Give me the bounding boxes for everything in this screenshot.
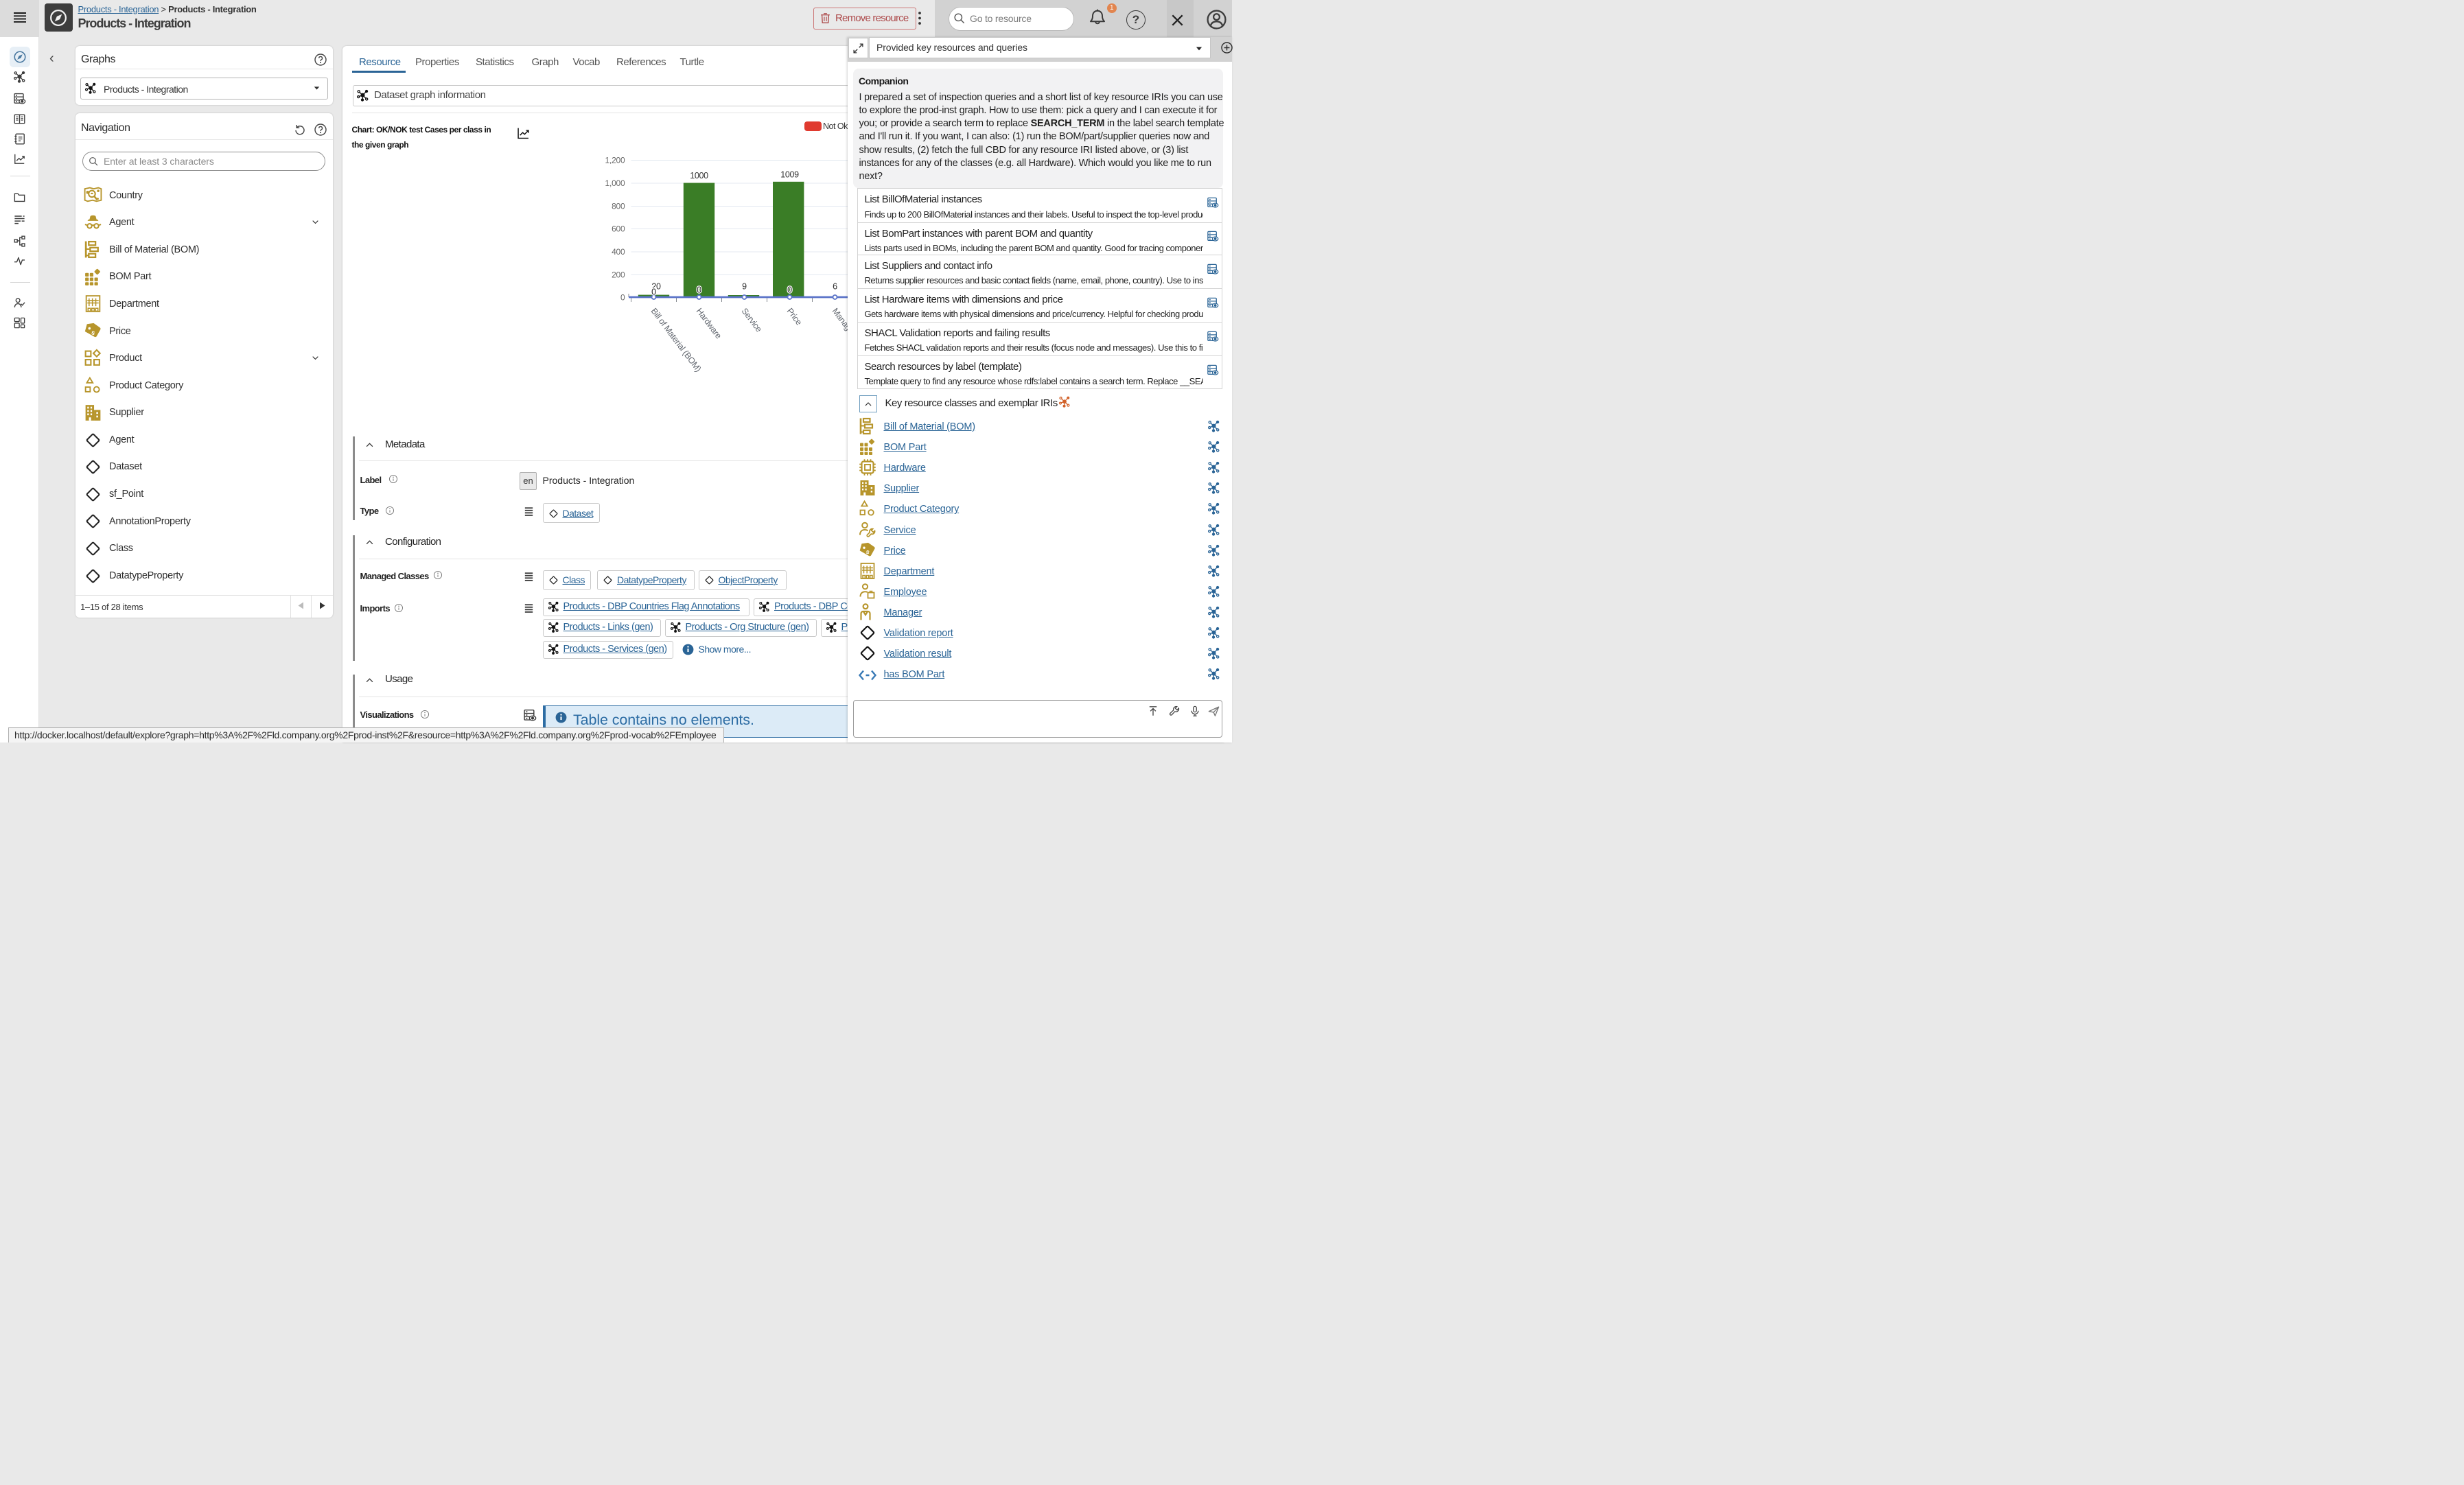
svg-text:6: 6 <box>833 282 837 292</box>
svg-text:800: 800 <box>612 202 625 211</box>
svg-text:Bill of Material (BOM): Bill of Material (BOM) <box>649 306 704 373</box>
svg-text:0: 0 <box>697 285 701 295</box>
svg-text:9: 9 <box>742 282 747 292</box>
svg-text:1009: 1009 <box>780 170 799 180</box>
svg-text:400: 400 <box>612 247 625 257</box>
svg-text:Hardware: Hardware <box>695 306 724 340</box>
svg-text:Service: Service <box>740 306 764 334</box>
svg-text:1,000: 1,000 <box>605 178 625 188</box>
svg-text:0: 0 <box>651 288 656 297</box>
svg-text:600: 600 <box>612 224 625 234</box>
svg-text:0: 0 <box>787 285 792 295</box>
svg-text:Price: Price <box>785 306 804 327</box>
svg-text:1000: 1000 <box>690 171 708 180</box>
svg-text:0: 0 <box>620 293 625 303</box>
svg-text:200: 200 <box>612 270 625 280</box>
svg-text:1,200: 1,200 <box>605 156 625 165</box>
